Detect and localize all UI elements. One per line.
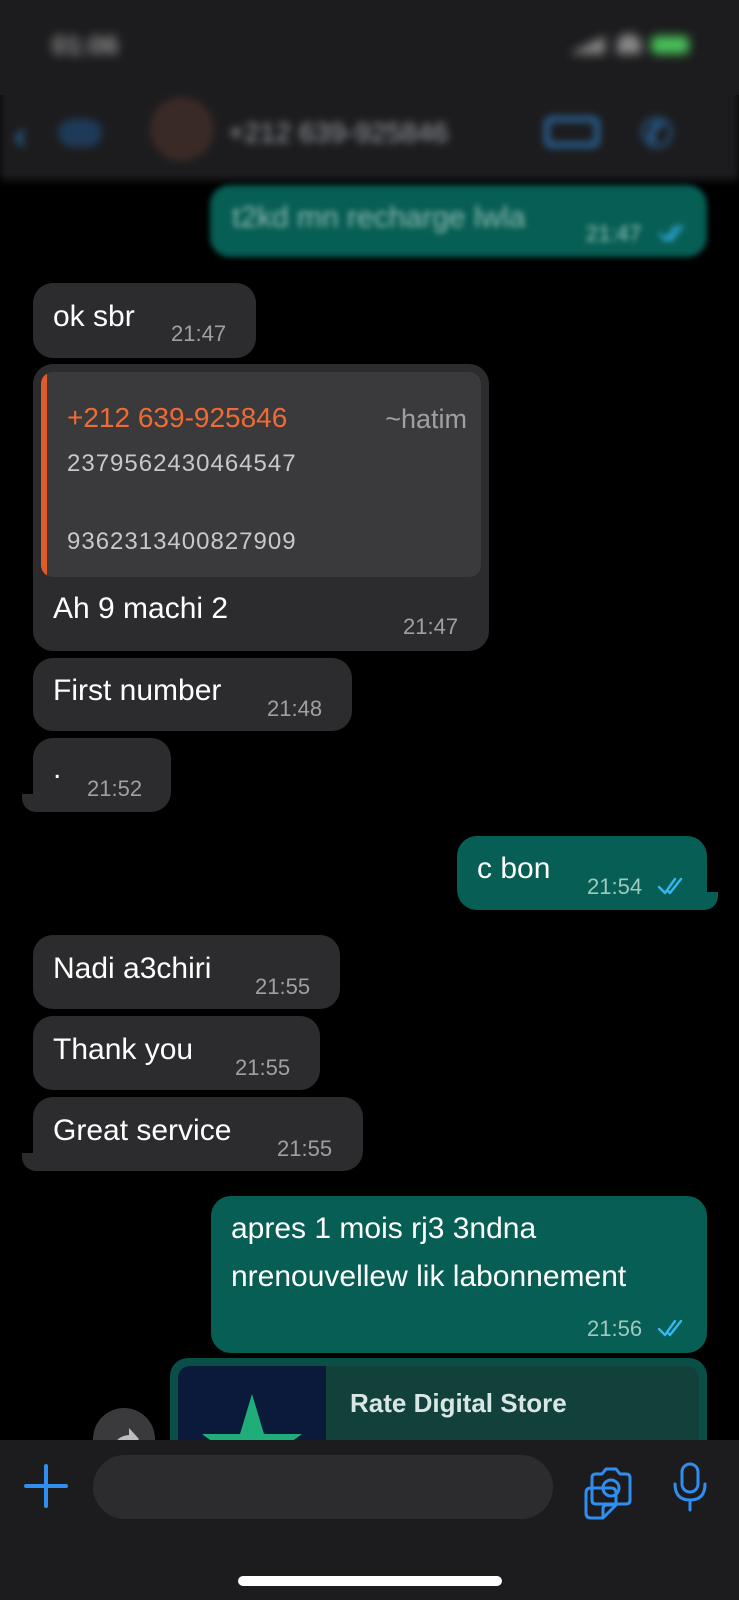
status-time: 01:06 [52,30,119,60]
contact-name[interactable]: +212 639-925846 [228,117,448,149]
battery-icon [651,36,689,54]
status-bar: 01:06 [0,0,739,95]
message-time: 21:48 [267,696,323,721]
wifi-icon [617,34,641,54]
message-time: 21:47 [403,614,459,639]
message-time: 21:55 [277,1136,333,1161]
message-incoming[interactable]: Great service 21:55 [33,1097,363,1171]
message-text: Ah 9 machi 2 [53,592,229,625]
message-text: t2kd mn recharge lwla [232,201,526,234]
double-check-icon [657,877,683,895]
message-time: 21:55 [255,974,311,999]
message-outgoing[interactable]: c bon 21:54 [457,836,707,910]
message-text: . [53,752,62,785]
video-call-icon[interactable] [545,117,599,147]
status-icons [569,32,699,56]
message-text: ok sbr [53,300,135,333]
message-outgoing[interactable]: t2kd mn recharge lwla 21:47 [210,185,707,257]
message-incoming[interactable]: Nadi a3chiri 21:55 [33,935,340,1009]
quote-accent-bar [41,372,47,577]
contact-avatar[interactable] [150,97,214,161]
signal-icon [569,36,605,54]
chat-header: ‹ +212 639-925846 ✆ [0,85,739,180]
message-text: First number [53,674,222,707]
message-time: 21:55 [235,1055,291,1080]
quote-sender: +212 639-925846 [67,402,288,433]
unread-badge[interactable] [58,119,102,147]
message-text: Nadi a3chiri [53,952,212,985]
message-text: Thank you [53,1033,194,1066]
message-text-line: apres 1 mois rj3 3ndna [231,1212,537,1245]
quote-line: 2379562430464547 [67,450,297,477]
home-indicator [238,1576,502,1586]
message-text: c bon [477,852,551,885]
message-time: 21:54 [587,874,643,899]
message-outgoing[interactable]: apres 1 mois rj3 3ndna nrenouvellew lik … [211,1196,707,1353]
message-time: 21:47 [171,321,227,346]
link-preview-title: Rate Digital Store [350,1388,567,1418]
message-text-line: nrenouvellew lik labonnement [231,1260,627,1293]
message-time: 21:56 [587,1316,643,1341]
camera-icon[interactable] [588,1466,634,1508]
message-incoming-quoted[interactable]: +212 639-925846 ~hatim 2379562430464547 … [33,364,489,651]
message-text: Great service [53,1114,232,1147]
message-input[interactable] [93,1455,618,1520]
message-incoming[interactable]: Thank you 21:55 [33,1016,320,1090]
microphone-icon[interactable] [670,1462,710,1512]
message-time: 21:47 [586,221,642,246]
message-incoming[interactable]: ok sbr 21:47 [33,283,256,358]
plus-icon[interactable] [22,1462,70,1510]
message-incoming[interactable]: . 21:52 [33,738,171,812]
double-check-icon [657,1319,683,1337]
quote-line: 9362313400827909 [67,528,297,555]
composer-bar [0,1440,739,1600]
back-chevron-icon[interactable]: ‹ [14,115,27,158]
message-time: 21:52 [87,776,143,801]
quote-handle: ~hatim [385,404,467,434]
message-incoming[interactable]: First number 21:48 [33,658,352,731]
phone-call-icon[interactable]: ✆ [640,111,674,157]
double-check-icon [658,224,684,242]
quoted-message[interactable]: +212 639-925846 ~hatim 2379562430464547 … [41,372,481,577]
